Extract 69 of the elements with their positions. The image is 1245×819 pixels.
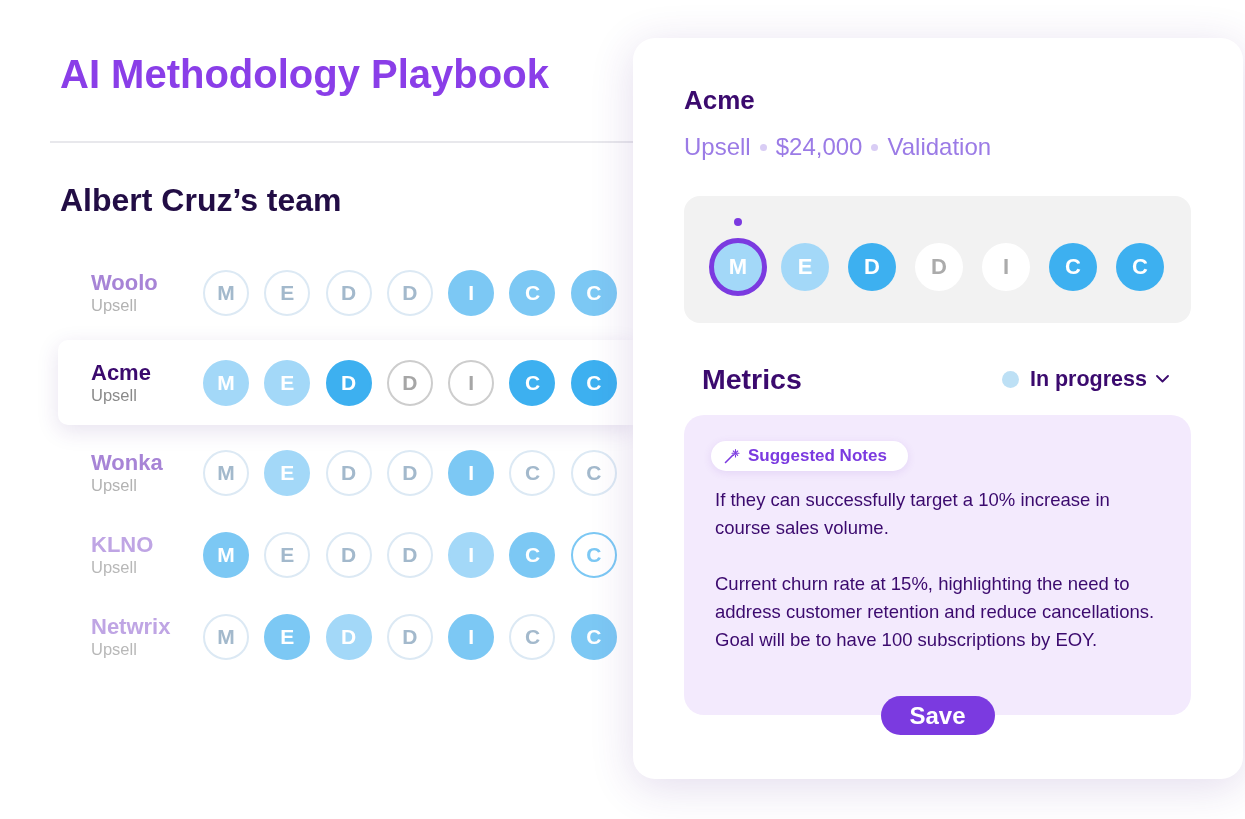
stage-indicator[interactable]: C bbox=[1049, 243, 1097, 291]
stage-indicator[interactable]: D bbox=[915, 243, 963, 291]
stage-indicator: D bbox=[386, 359, 433, 406]
account-name: KLNO bbox=[91, 533, 155, 557]
stage-indicator: M bbox=[203, 359, 249, 406]
stage-indicator[interactable]: M bbox=[709, 238, 767, 296]
stage-indicator: D bbox=[325, 450, 372, 496]
stage-indicator: I bbox=[448, 532, 495, 578]
stage-indicator: M bbox=[203, 270, 249, 316]
status-dropdown[interactable]: In progress bbox=[1001, 366, 1169, 392]
stage-indicator: D bbox=[325, 532, 372, 578]
deal-type: Upsell bbox=[91, 475, 138, 495]
separator-dot-icon bbox=[759, 143, 767, 151]
stage-indicator[interactable]: I bbox=[982, 243, 1030, 291]
stage-indicator: D bbox=[386, 614, 433, 660]
stage-indicator: I bbox=[448, 359, 495, 406]
stage-indicator: C bbox=[509, 359, 556, 406]
stage-indicator: I bbox=[448, 450, 495, 496]
stage-indicator: C bbox=[570, 450, 617, 496]
account-name: Woolo bbox=[91, 271, 159, 295]
account-name: Netwrix bbox=[91, 615, 172, 639]
stage-indicator: C bbox=[509, 450, 556, 496]
stage-indicator: C bbox=[509, 270, 556, 316]
stage-indicator: D bbox=[325, 614, 372, 660]
stage-indicator: C bbox=[509, 532, 556, 578]
section-title: Metrics bbox=[702, 362, 802, 396]
account-title: Acme bbox=[684, 84, 756, 116]
stage-indicator: D bbox=[386, 532, 433, 578]
page-title: AI Methodology Playbook bbox=[60, 51, 550, 98]
separator-dot-icon bbox=[871, 143, 879, 151]
stage-indicator: M bbox=[203, 532, 249, 578]
note-paragraph: Current churn rate at 15%, highlighting the need to address customer retention and reduce cancellations. Goal will be to have 100 subscriptions by EOY. bbox=[715, 572, 1156, 652]
stage-indicator: E bbox=[264, 270, 311, 316]
suggested-notes-chip[interactable]: Suggested Notes bbox=[711, 441, 908, 471]
account-row-card[interactable]: Acme Upsell M E D D I C C bbox=[58, 340, 633, 425]
stage-indicator: I bbox=[448, 614, 495, 660]
deal-type: Upsell bbox=[91, 384, 138, 405]
chevron-down-icon bbox=[1156, 375, 1169, 383]
magic-wand-icon bbox=[724, 448, 740, 464]
note-paragraph: If they can successfully target a 10% increase in course sales volume. bbox=[715, 488, 1111, 540]
save-button[interactable]: Save bbox=[880, 696, 995, 735]
stage-indicator: C bbox=[570, 359, 617, 406]
stage-indicator: E bbox=[264, 614, 311, 660]
stage-indicator: D bbox=[386, 450, 433, 496]
stage-indicator[interactable]: D bbox=[848, 243, 896, 291]
stage-indicator: M bbox=[203, 614, 249, 660]
account-name: Wonka bbox=[91, 451, 164, 475]
stage-indicator: C bbox=[570, 270, 617, 316]
stage-indicator[interactable]: E bbox=[781, 243, 829, 291]
deal-stage: Validation bbox=[887, 132, 992, 162]
deal-type: Upsell bbox=[91, 295, 138, 315]
stage-indicator: D bbox=[386, 270, 433, 316]
stage-indicator[interactable]: C bbox=[1116, 243, 1164, 291]
stage-indicator: E bbox=[264, 450, 311, 496]
stage-indicator: D bbox=[325, 270, 372, 316]
deal-type: Upsell bbox=[91, 639, 138, 659]
stage-indicator: C bbox=[570, 614, 617, 660]
stage-indicator: M bbox=[203, 450, 249, 496]
stage-indicator: C bbox=[570, 532, 617, 578]
stage-indicator: I bbox=[448, 270, 495, 316]
stage-indicator: C bbox=[509, 614, 556, 660]
stage-indicator: E bbox=[264, 359, 311, 406]
account-name: Acme bbox=[91, 360, 152, 385]
deal-type: Upsell bbox=[684, 132, 751, 162]
team-title: Albert Cruz’s team bbox=[60, 181, 343, 219]
stage-indicator: D bbox=[325, 359, 372, 406]
deal-type: Upsell bbox=[91, 557, 138, 577]
stage-indicator: E bbox=[264, 532, 311, 578]
deal-amount: $24,000 bbox=[775, 132, 863, 162]
